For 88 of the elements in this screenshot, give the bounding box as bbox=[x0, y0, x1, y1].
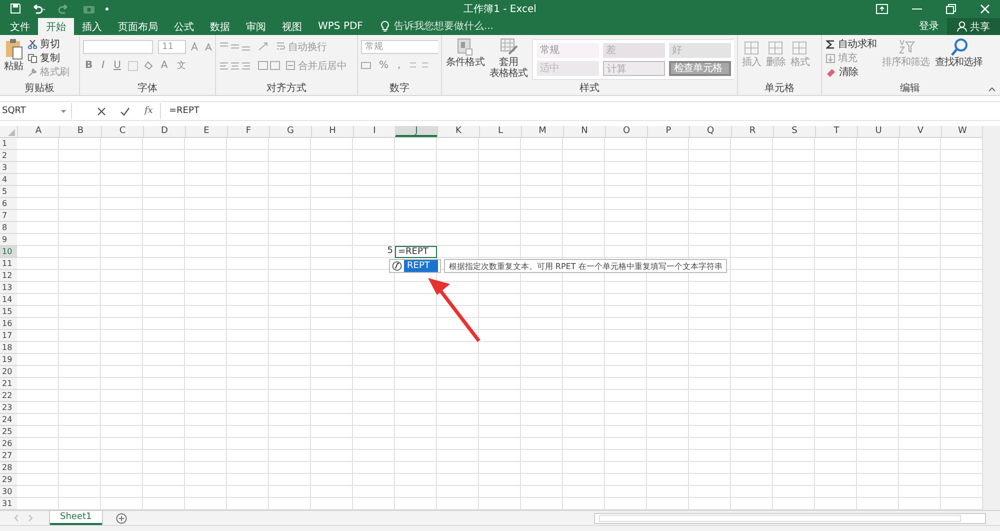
column-header[interactable]: M bbox=[521, 126, 563, 137]
table-format-button[interactable]: 套用 表格格式 bbox=[488, 37, 529, 80]
row-header[interactable]: 12 bbox=[0, 270, 17, 282]
column-header[interactable]: N bbox=[563, 126, 605, 137]
group-label: 数字 bbox=[390, 83, 410, 95]
row-header[interactable]: 27 bbox=[0, 450, 17, 462]
ribbon-tab[interactable]: WPS PDF bbox=[310, 18, 371, 35]
row-header[interactable]: 9 bbox=[0, 234, 17, 246]
column-header[interactable]: H bbox=[311, 126, 353, 137]
share-button[interactable]: 共享 bbox=[947, 18, 1000, 35]
group-label: 样式 bbox=[580, 83, 600, 95]
autocomplete-item[interactable]: REPT bbox=[404, 260, 438, 272]
column-header[interactable]: O bbox=[605, 126, 647, 137]
copy-button[interactable]: 复制 bbox=[27, 51, 70, 65]
row-header[interactable]: 7 bbox=[0, 210, 17, 222]
row-header[interactable]: 2 bbox=[0, 150, 17, 162]
conditional-format-button[interactable]: 条件格式 bbox=[445, 37, 486, 69]
column-header[interactable]: L bbox=[479, 126, 521, 137]
ribbon-tab[interactable]: 文件 bbox=[2, 18, 38, 35]
group-label: 剪贴板 bbox=[24, 83, 54, 95]
row-header[interactable]: 3 bbox=[0, 162, 17, 174]
column-header[interactable]: V bbox=[899, 126, 941, 137]
column-header[interactable]: K bbox=[437, 126, 479, 137]
row-header[interactable]: 22 bbox=[0, 390, 17, 402]
row-header[interactable]: 13 bbox=[0, 282, 17, 294]
row-header[interactable]: 30 bbox=[0, 486, 17, 498]
row-header[interactable]: 16 bbox=[0, 318, 17, 330]
ribbon-tab[interactable]: 数据 bbox=[202, 18, 238, 35]
column-header[interactable]: T bbox=[815, 126, 857, 137]
column-header[interactable]: U bbox=[857, 126, 899, 137]
column-header[interactable]: E bbox=[185, 126, 227, 137]
row-header[interactable]: 5 bbox=[0, 186, 17, 198]
cut-button[interactable]: 剪切 bbox=[27, 37, 70, 51]
column-header[interactable]: D bbox=[143, 126, 185, 137]
row-header[interactable]: 11 bbox=[0, 258, 17, 270]
column-header[interactable]: G bbox=[269, 126, 311, 137]
column-header[interactable]: A bbox=[17, 126, 59, 137]
row-header[interactable]: 17 bbox=[0, 330, 17, 342]
row-header[interactable]: 21 bbox=[0, 378, 17, 390]
row-header[interactable]: 14 bbox=[0, 294, 17, 306]
find-select-button[interactable]: 查找和选择 bbox=[934, 37, 984, 69]
row-header[interactable]: 6 bbox=[0, 198, 17, 210]
group-label: 单元格 bbox=[764, 83, 794, 95]
column-header[interactable]: Q bbox=[689, 126, 731, 137]
table-cell[interactable]: =REPT bbox=[395, 246, 437, 258]
row-header[interactable]: 28 bbox=[0, 462, 17, 474]
row-header[interactable]: 8 bbox=[0, 222, 17, 234]
column-header[interactable]: S bbox=[773, 126, 815, 137]
column-header[interactable]: R bbox=[731, 126, 773, 137]
row-header[interactable]: 24 bbox=[0, 414, 17, 426]
paste-button[interactable]: 粘贴 bbox=[3, 37, 24, 73]
ribbon-tab[interactable]: 开始 bbox=[38, 18, 74, 35]
group-label: 对齐方式 bbox=[266, 83, 306, 95]
row-header[interactable]: 10 bbox=[0, 246, 17, 258]
function-tooltip: 根据指定次数重复文本。可用 RPET 在一个单元格中重复填写一个文本字符串 bbox=[444, 259, 728, 273]
column-header[interactable]: C bbox=[101, 126, 143, 137]
column-header[interactable]: B bbox=[59, 126, 101, 137]
formula-field[interactable]: =REPT bbox=[161, 106, 200, 116]
ribbon-tab[interactable]: 审阅 bbox=[238, 18, 274, 35]
column-header[interactable]: J bbox=[395, 126, 437, 137]
ribbon-tab[interactable]: 视图 bbox=[274, 18, 310, 35]
row-header[interactable]: 31 bbox=[0, 498, 17, 510]
row-header[interactable]: 29 bbox=[0, 474, 17, 486]
autosum-button[interactable]: 自动求和 bbox=[825, 37, 878, 51]
window-title: 工作簿1 - Excel bbox=[462, 2, 538, 16]
sign-in-link[interactable]: 登录 bbox=[919, 19, 947, 33]
row-header[interactable]: 1 bbox=[0, 138, 17, 150]
column-header[interactable]: P bbox=[647, 126, 689, 137]
row-header[interactable]: 23 bbox=[0, 402, 17, 414]
sheet-tab[interactable]: Sheet1 bbox=[50, 511, 102, 525]
group-label: 编辑 bbox=[900, 83, 920, 95]
clear-button[interactable]: 清除 bbox=[825, 65, 878, 79]
ribbon-tab[interactable]: 页面布局 bbox=[110, 18, 166, 35]
row-header[interactable]: 4 bbox=[0, 174, 17, 186]
row-header[interactable]: 15 bbox=[0, 306, 17, 318]
search-field[interactable]: 告诉我您想要做什么... bbox=[392, 20, 596, 33]
row-header[interactable]: 26 bbox=[0, 438, 17, 450]
row-header[interactable]: 20 bbox=[0, 366, 17, 378]
row-header[interactable]: 25 bbox=[0, 426, 17, 438]
ribbon-tab[interactable]: 插入 bbox=[74, 18, 110, 35]
column-header[interactable]: F bbox=[227, 126, 269, 137]
row-header[interactable]: 19 bbox=[0, 354, 17, 366]
group-label: 字体 bbox=[138, 83, 158, 95]
ribbon-tab[interactable]: 公式 bbox=[166, 18, 202, 35]
name-box[interactable]: SQRT bbox=[0, 103, 72, 119]
table-cell[interactable]: 5 bbox=[353, 246, 395, 258]
insert-function-button[interactable]: fx bbox=[144, 106, 153, 116]
row-header[interactable]: 18 bbox=[0, 342, 17, 354]
